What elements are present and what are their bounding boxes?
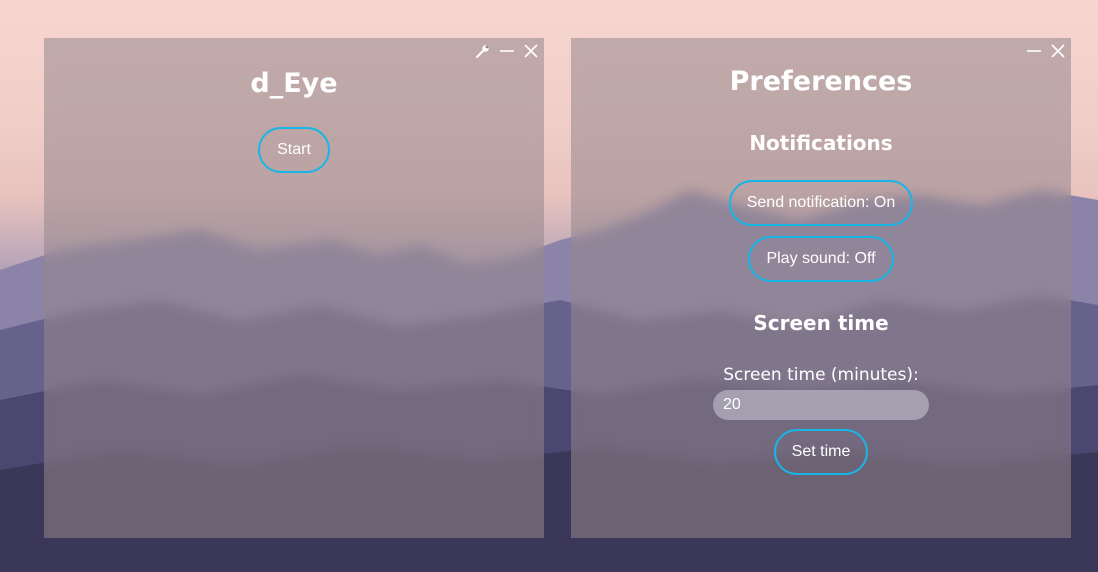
minimize-icon[interactable] <box>1025 42 1043 60</box>
screen-time-field-label: Screen time (minutes): <box>723 365 919 385</box>
preferences-window: Preferences Notifications Send notificat… <box>571 38 1071 538</box>
app-title: d_Eye <box>250 68 338 99</box>
prefs-window-controls <box>1025 42 1067 60</box>
play-sound-toggle[interactable]: Play sound: Off <box>748 236 894 282</box>
main-window: d_Eye Start <box>44 38 544 538</box>
send-notification-toggle[interactable]: Send notification: On <box>728 180 914 226</box>
close-icon[interactable] <box>1049 42 1067 60</box>
minimize-icon[interactable] <box>498 42 516 60</box>
set-time-button[interactable]: Set time <box>773 429 869 475</box>
preferences-title: Preferences <box>729 66 913 97</box>
notifications-heading: Notifications <box>749 131 893 155</box>
screen-time-input[interactable] <box>713 390 929 420</box>
screen-time-heading: Screen time <box>753 311 889 335</box>
close-icon[interactable] <box>522 42 540 60</box>
wrench-icon[interactable] <box>474 42 492 60</box>
main-window-controls <box>474 42 540 60</box>
start-button[interactable]: Start <box>258 127 330 173</box>
